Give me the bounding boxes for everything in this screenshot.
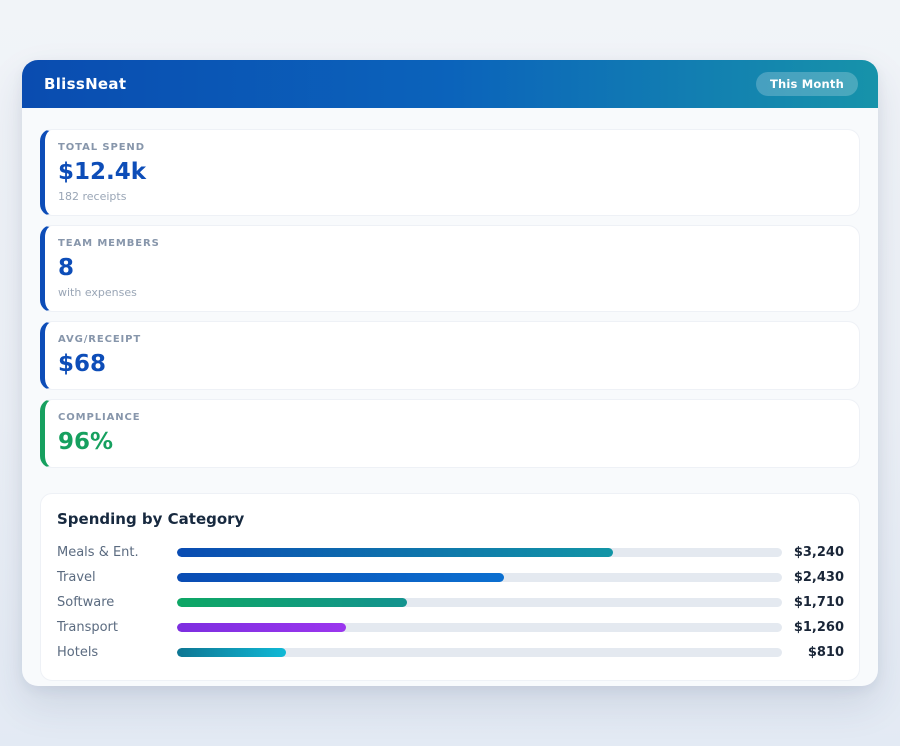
stat-card-compliance: COMPLIANCE 96% xyxy=(40,399,860,468)
category-label: Transport xyxy=(57,620,177,635)
category-label: Meals & Ent. xyxy=(57,545,177,560)
bar-track xyxy=(177,623,782,632)
stat-label: TOTAL SPEND xyxy=(58,142,843,154)
category-amount: $1,710 xyxy=(782,595,844,610)
stat-label: COMPLIANCE xyxy=(58,412,843,424)
stat-card-avg-receipt: AVG/RECEIPT $68 xyxy=(40,321,860,390)
bar-fill-travel xyxy=(177,573,504,582)
stat-value: $68 xyxy=(58,351,843,378)
app-header: BlissNeat This Month xyxy=(22,60,878,108)
bar-fill-transport xyxy=(177,623,346,632)
bar-track xyxy=(177,573,782,582)
bar-fill-software xyxy=(177,598,407,607)
category-row-meals: Meals & Ent. $3,240 xyxy=(57,540,844,565)
category-row-transport: Transport $1,260 xyxy=(57,615,844,640)
stat-label: TEAM MEMBERS xyxy=(58,238,843,250)
period-badge[interactable]: This Month xyxy=(756,72,858,96)
category-amount: $1,260 xyxy=(782,620,844,635)
spending-by-category-card: Spending by Category Meals & Ent. $3,240… xyxy=(40,493,860,681)
category-row-software: Software $1,710 xyxy=(57,590,844,615)
category-amount: $810 xyxy=(782,645,844,660)
stat-value: $12.4k xyxy=(58,159,843,186)
bar-track xyxy=(177,598,782,607)
bar-fill-hotels xyxy=(177,648,286,657)
dashboard-card: BlissNeat This Month TOTAL SPEND $12.4k … xyxy=(22,60,878,686)
category-label: Travel xyxy=(57,570,177,585)
stat-value: 96% xyxy=(58,429,843,456)
stat-card-total-spend: TOTAL SPEND $12.4k 182 receipts xyxy=(40,129,860,216)
category-amount: $2,430 xyxy=(782,570,844,585)
app-title: BlissNeat xyxy=(44,75,126,93)
stat-sub: with expenses xyxy=(58,286,843,300)
bar-fill-meals xyxy=(177,548,613,557)
category-row-travel: Travel $2,430 xyxy=(57,565,844,590)
category-amount: $3,240 xyxy=(782,545,844,560)
category-label: Software xyxy=(57,595,177,610)
stat-card-team-members: TEAM MEMBERS 8 with expenses xyxy=(40,225,860,312)
stat-label: AVG/RECEIPT xyxy=(58,334,843,346)
stat-value: 8 xyxy=(58,255,843,282)
section-title: Spending by Category xyxy=(57,510,844,528)
bar-track xyxy=(177,548,782,557)
dashboard-content: TOTAL SPEND $12.4k 182 receipts TEAM MEM… xyxy=(22,108,878,681)
category-row-hotels: Hotels $810 xyxy=(57,640,844,665)
stat-sub: 182 receipts xyxy=(58,190,843,204)
category-label: Hotels xyxy=(57,645,177,660)
bar-track xyxy=(177,648,782,657)
